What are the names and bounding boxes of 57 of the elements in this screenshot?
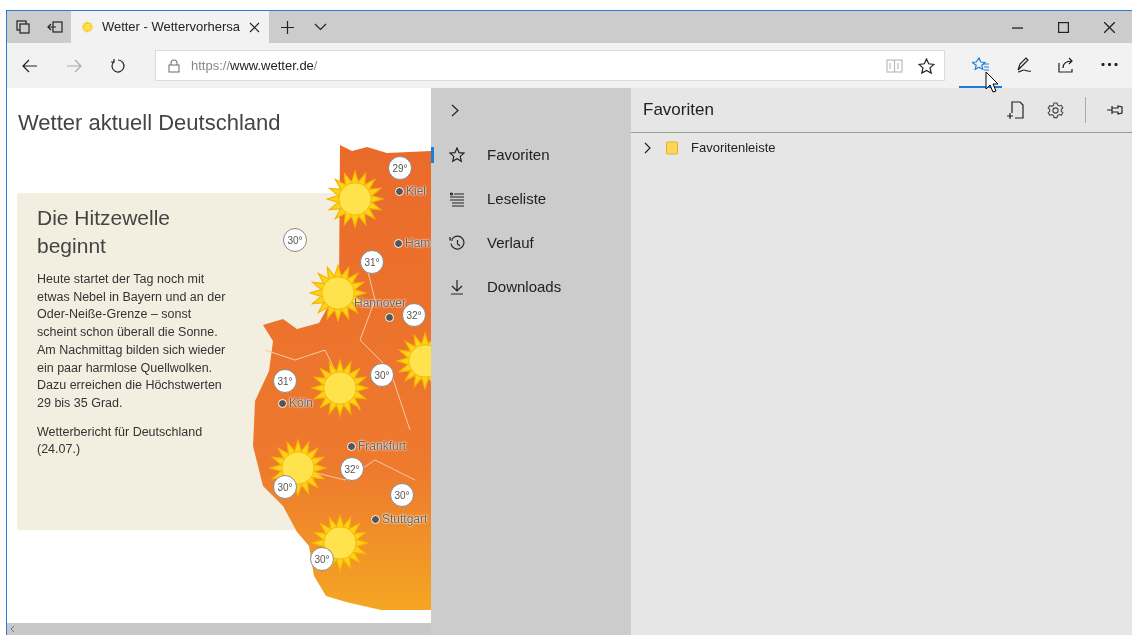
open-book-icon xyxy=(885,58,903,73)
back-arrow-icon xyxy=(22,58,38,73)
city-marker xyxy=(347,442,356,451)
share-arrow-icon xyxy=(1058,56,1075,73)
pen-icon xyxy=(1015,56,1032,73)
settings-icon xyxy=(1046,101,1064,119)
horizontal-scrollbar[interactable] xyxy=(7,623,431,635)
hub-nav-item[interactable]: Leseliste xyxy=(431,177,631,221)
city-marker xyxy=(278,399,287,408)
history-icon xyxy=(448,235,465,251)
forward-arrow-icon xyxy=(66,58,82,73)
city-label: Köln xyxy=(289,396,314,410)
plus-icon xyxy=(280,20,294,34)
hub-nav-item[interactable]: Favoriten xyxy=(431,133,631,177)
arrow-into-box-icon xyxy=(47,21,63,33)
download-icon xyxy=(448,279,465,295)
maximize-icon xyxy=(1057,21,1069,33)
reading-list-icon xyxy=(448,191,465,207)
close-icon xyxy=(1103,21,1115,33)
pin-icon xyxy=(1105,105,1123,115)
city-label: Ham xyxy=(405,236,431,250)
more-icon xyxy=(1101,63,1118,66)
article-heading: Die Hitzewelle beginnt xyxy=(37,205,172,259)
url-text: https://www.wetter.de/ xyxy=(191,56,319,75)
star-icon xyxy=(917,57,935,74)
city-marker xyxy=(395,187,404,196)
city-label: Kiel xyxy=(406,184,426,198)
refresh-icon xyxy=(110,57,126,74)
tab-title: Wetter - Wettervorhersa xyxy=(101,18,241,37)
mouse-cursor-icon xyxy=(985,71,999,93)
sun-icon xyxy=(326,170,384,228)
sun-icon xyxy=(81,19,94,35)
city-marker xyxy=(371,515,380,524)
panel-title: Favoriten xyxy=(643,99,715,122)
city-marker xyxy=(394,239,403,248)
hub-nav-item[interactable]: Verlauf xyxy=(431,221,631,265)
article-caption: Wetterbericht für Deutschland (24.07.) xyxy=(37,423,204,459)
stacked-windows-icon xyxy=(16,20,30,34)
favorites-folder[interactable]: Favoritenleiste xyxy=(631,133,1132,163)
add-page-icon xyxy=(1006,101,1024,119)
folder-icon xyxy=(666,141,678,155)
page-title: Wetter aktuell Deutschland xyxy=(18,109,281,137)
city-marker xyxy=(385,313,394,322)
city-label: Frankfurt xyxy=(358,439,406,453)
chevron-right-icon xyxy=(451,104,459,117)
star-icon xyxy=(448,147,465,163)
article-text: Heute startet der Tag noch mit etwas Nebel in Bayern und an der Oder-Neiße-Grenze – sonst scheint schon überall die Sonne. Am Nachmittag bilden sich wieder ein paar harmlose Quellwolken. Dazu erreichen die Höchstwerten 29 bis 35 Grad. xyxy=(37,271,227,412)
close-icon xyxy=(249,21,261,33)
city-label: Stuttgart xyxy=(382,512,428,526)
chevron-right-icon xyxy=(643,142,653,154)
hub-nav-item[interactable]: Downloads xyxy=(431,265,631,309)
address-bar[interactable]: https://www.wetter.de/ xyxy=(155,50,945,81)
lock-icon xyxy=(168,58,180,73)
sun-icon xyxy=(311,359,369,417)
browser-tab[interactable]: Wetter - Wettervorhersa xyxy=(71,11,269,43)
star-with-lines-icon xyxy=(972,56,989,73)
chevron-down-icon xyxy=(313,23,327,31)
